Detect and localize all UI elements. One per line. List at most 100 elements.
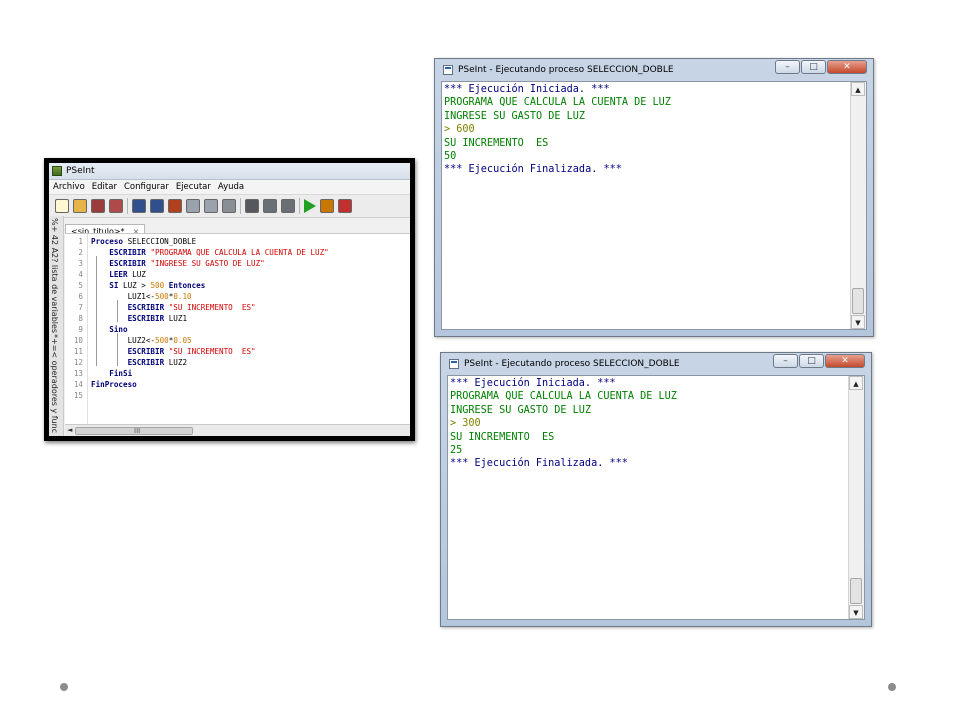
menu-item-configurar[interactable]: Configurar — [124, 182, 169, 192]
console-line: *** Ejecución Finalizada. *** — [444, 164, 622, 176]
code-token: 0.05 — [173, 336, 192, 345]
undo-icon[interactable] — [132, 199, 146, 213]
line-number: 7 — [78, 303, 83, 312]
console-output[interactable]: *** Ejecución Iniciada. *** PROGRAMA QUE … — [441, 81, 867, 330]
code-token: ESCRIBIR — [91, 303, 169, 312]
console-line: PROGRAMA QUE CALCULA LA CUENTA DE LUZ — [450, 391, 677, 403]
code-token: 500 — [150, 281, 165, 290]
console-line: > 300 — [450, 418, 481, 430]
window-controls: – □ ✕ — [772, 354, 865, 368]
console-line: PROGRAMA QUE CALCULA LA CUENTA DE LUZ — [444, 97, 671, 109]
console-window-icon — [443, 65, 453, 75]
menu-item-editar[interactable]: Editar — [92, 182, 117, 192]
menu-item-ayuda[interactable]: Ayuda — [218, 182, 244, 192]
minimize-button[interactable]: – — [775, 60, 800, 74]
find-next-icon[interactable] — [281, 199, 295, 213]
code-token: LUZ1 — [168, 314, 188, 323]
console-line: *** Ejecución Finalizada. *** — [450, 458, 628, 470]
line-number: 12 — [73, 358, 83, 367]
scroll-grip: III — [134, 427, 141, 435]
scroll-up-icon[interactable]: ▲ — [849, 376, 863, 390]
scroll-left-icon[interactable]: ◄ — [67, 426, 72, 434]
save-as-icon[interactable] — [109, 199, 123, 213]
redo-icon[interactable] — [150, 199, 164, 213]
code-text: ESCRIBIR LUZ1 — [91, 313, 187, 324]
pseint-editor-window: PSeInt Archivo Editar Configurar Ejecutar Ay… — [44, 158, 415, 441]
code-token: 0.10 — [173, 292, 192, 301]
paste-icon[interactable] — [204, 199, 218, 213]
scroll-down-icon[interactable]: ▼ — [849, 605, 863, 619]
scroll-thumb[interactable] — [850, 578, 862, 604]
line-number: 6 — [78, 292, 83, 301]
side-panel[interactable]: %+ 42 A2? lista de variables *+=< operad… — [49, 216, 64, 436]
editor-title-bar: PSeInt — [49, 163, 410, 180]
code-token: LUZ2<- — [91, 336, 156, 345]
scroll-up-icon[interactable]: ▲ — [851, 82, 865, 96]
maximize-button[interactable]: □ — [799, 354, 824, 368]
code-token: 500 — [155, 292, 169, 301]
console-line: *** Ejecución Iniciada. *** — [444, 84, 610, 95]
scroll-thumb[interactable] — [852, 288, 864, 314]
code-token: ESCRIBIR — [91, 248, 151, 257]
code-token: 500 — [155, 336, 169, 345]
new-file-icon[interactable] — [55, 199, 69, 213]
open-folder-icon[interactable] — [73, 199, 87, 213]
code-editor[interactable]: 1 Proceso SELECCION_DOBLE 2 ESCRIBIR "PROG… — [65, 233, 410, 424]
cut-icon[interactable] — [168, 199, 182, 213]
vertical-scrollbar[interactable]: ▲ ▼ — [850, 82, 866, 329]
code-token: LUZ — [132, 270, 146, 279]
code-text: Sino — [91, 324, 127, 335]
horizontal-scrollbar[interactable]: ◄ III — [65, 424, 410, 436]
line-number: 10 — [73, 336, 83, 345]
console-line: > 600 — [444, 124, 475, 136]
code-token: FinProceso — [91, 380, 137, 389]
code-token: SELECCION_DOBLE — [127, 237, 197, 246]
line-number: 8 — [78, 314, 83, 323]
vertical-scrollbar[interactable]: ▲ ▼ — [848, 376, 864, 619]
code-token: FinSi — [91, 369, 133, 378]
code-token: "INGRESE SU GASTO DE LUZ" — [150, 259, 265, 268]
scroll-thumb[interactable]: III — [75, 427, 193, 435]
variables-list-tab[interactable]: %+ 42 A2? lista de variables — [50, 218, 59, 333]
maximize-button[interactable]: □ — [801, 60, 826, 74]
close-button[interactable]: ✕ — [825, 354, 865, 368]
code-token: LUZ > — [123, 281, 151, 290]
minimize-button[interactable]: – — [773, 354, 798, 368]
find-icon[interactable] — [245, 199, 259, 213]
console-title: PSeInt - Ejecutando proceso SELECCION_DO… — [464, 359, 680, 369]
console-line: INGRESE SU GASTO DE LUZ — [450, 404, 592, 416]
close-icon[interactable] — [338, 199, 352, 213]
code-text: ESCRIBIR LUZ2 — [91, 357, 187, 368]
line-number: 15 — [73, 391, 83, 400]
console-title: PSeInt - Ejecutando proceso SELECCION_DO… — [458, 65, 674, 75]
code-text: FinSi — [91, 368, 132, 379]
operators-functions-tab[interactable]: *+=< operadores y func — [50, 334, 59, 433]
menu-item-archivo[interactable]: Archivo — [53, 182, 85, 192]
console-line: *** Ejecución Iniciada. *** — [450, 378, 616, 389]
close-button[interactable]: ✕ — [827, 60, 867, 74]
code-text: SI LUZ > 500 Entonces — [91, 280, 205, 291]
scroll-down-icon[interactable]: ▼ — [851, 315, 865, 329]
line-number: 14 — [73, 380, 83, 389]
console-line: SU INCREMENTO ES — [450, 431, 555, 443]
console-line: 25 — [450, 445, 463, 456]
line-number: 9 — [78, 325, 83, 334]
code-token: SI — [91, 281, 124, 290]
line-number: 11 — [73, 347, 83, 356]
code-text: FinProceso — [91, 379, 137, 390]
menu-item-ejecutar[interactable]: Ejecutar — [176, 182, 211, 192]
toolbar-separator — [299, 198, 300, 214]
execution-window-1: PSeInt - Ejecutando proceso SELECCION_DO… — [434, 58, 874, 337]
toolbar-separator — [240, 198, 241, 214]
line-number: 13 — [73, 369, 83, 378]
line-number: 1 — [78, 237, 83, 246]
step-icon[interactable] — [320, 199, 334, 213]
console-output[interactable]: *** Ejecución Iniciada. *** PROGRAMA QUE … — [447, 375, 865, 620]
pseint-app-icon — [52, 166, 62, 176]
run-icon[interactable] — [304, 199, 316, 213]
copy-icon[interactable] — [186, 199, 200, 213]
edit-icon[interactable] — [222, 199, 236, 213]
save-icon[interactable] — [91, 199, 105, 213]
replace-icon[interactable] — [263, 199, 277, 213]
window-controls: – □ ✕ — [774, 60, 867, 74]
